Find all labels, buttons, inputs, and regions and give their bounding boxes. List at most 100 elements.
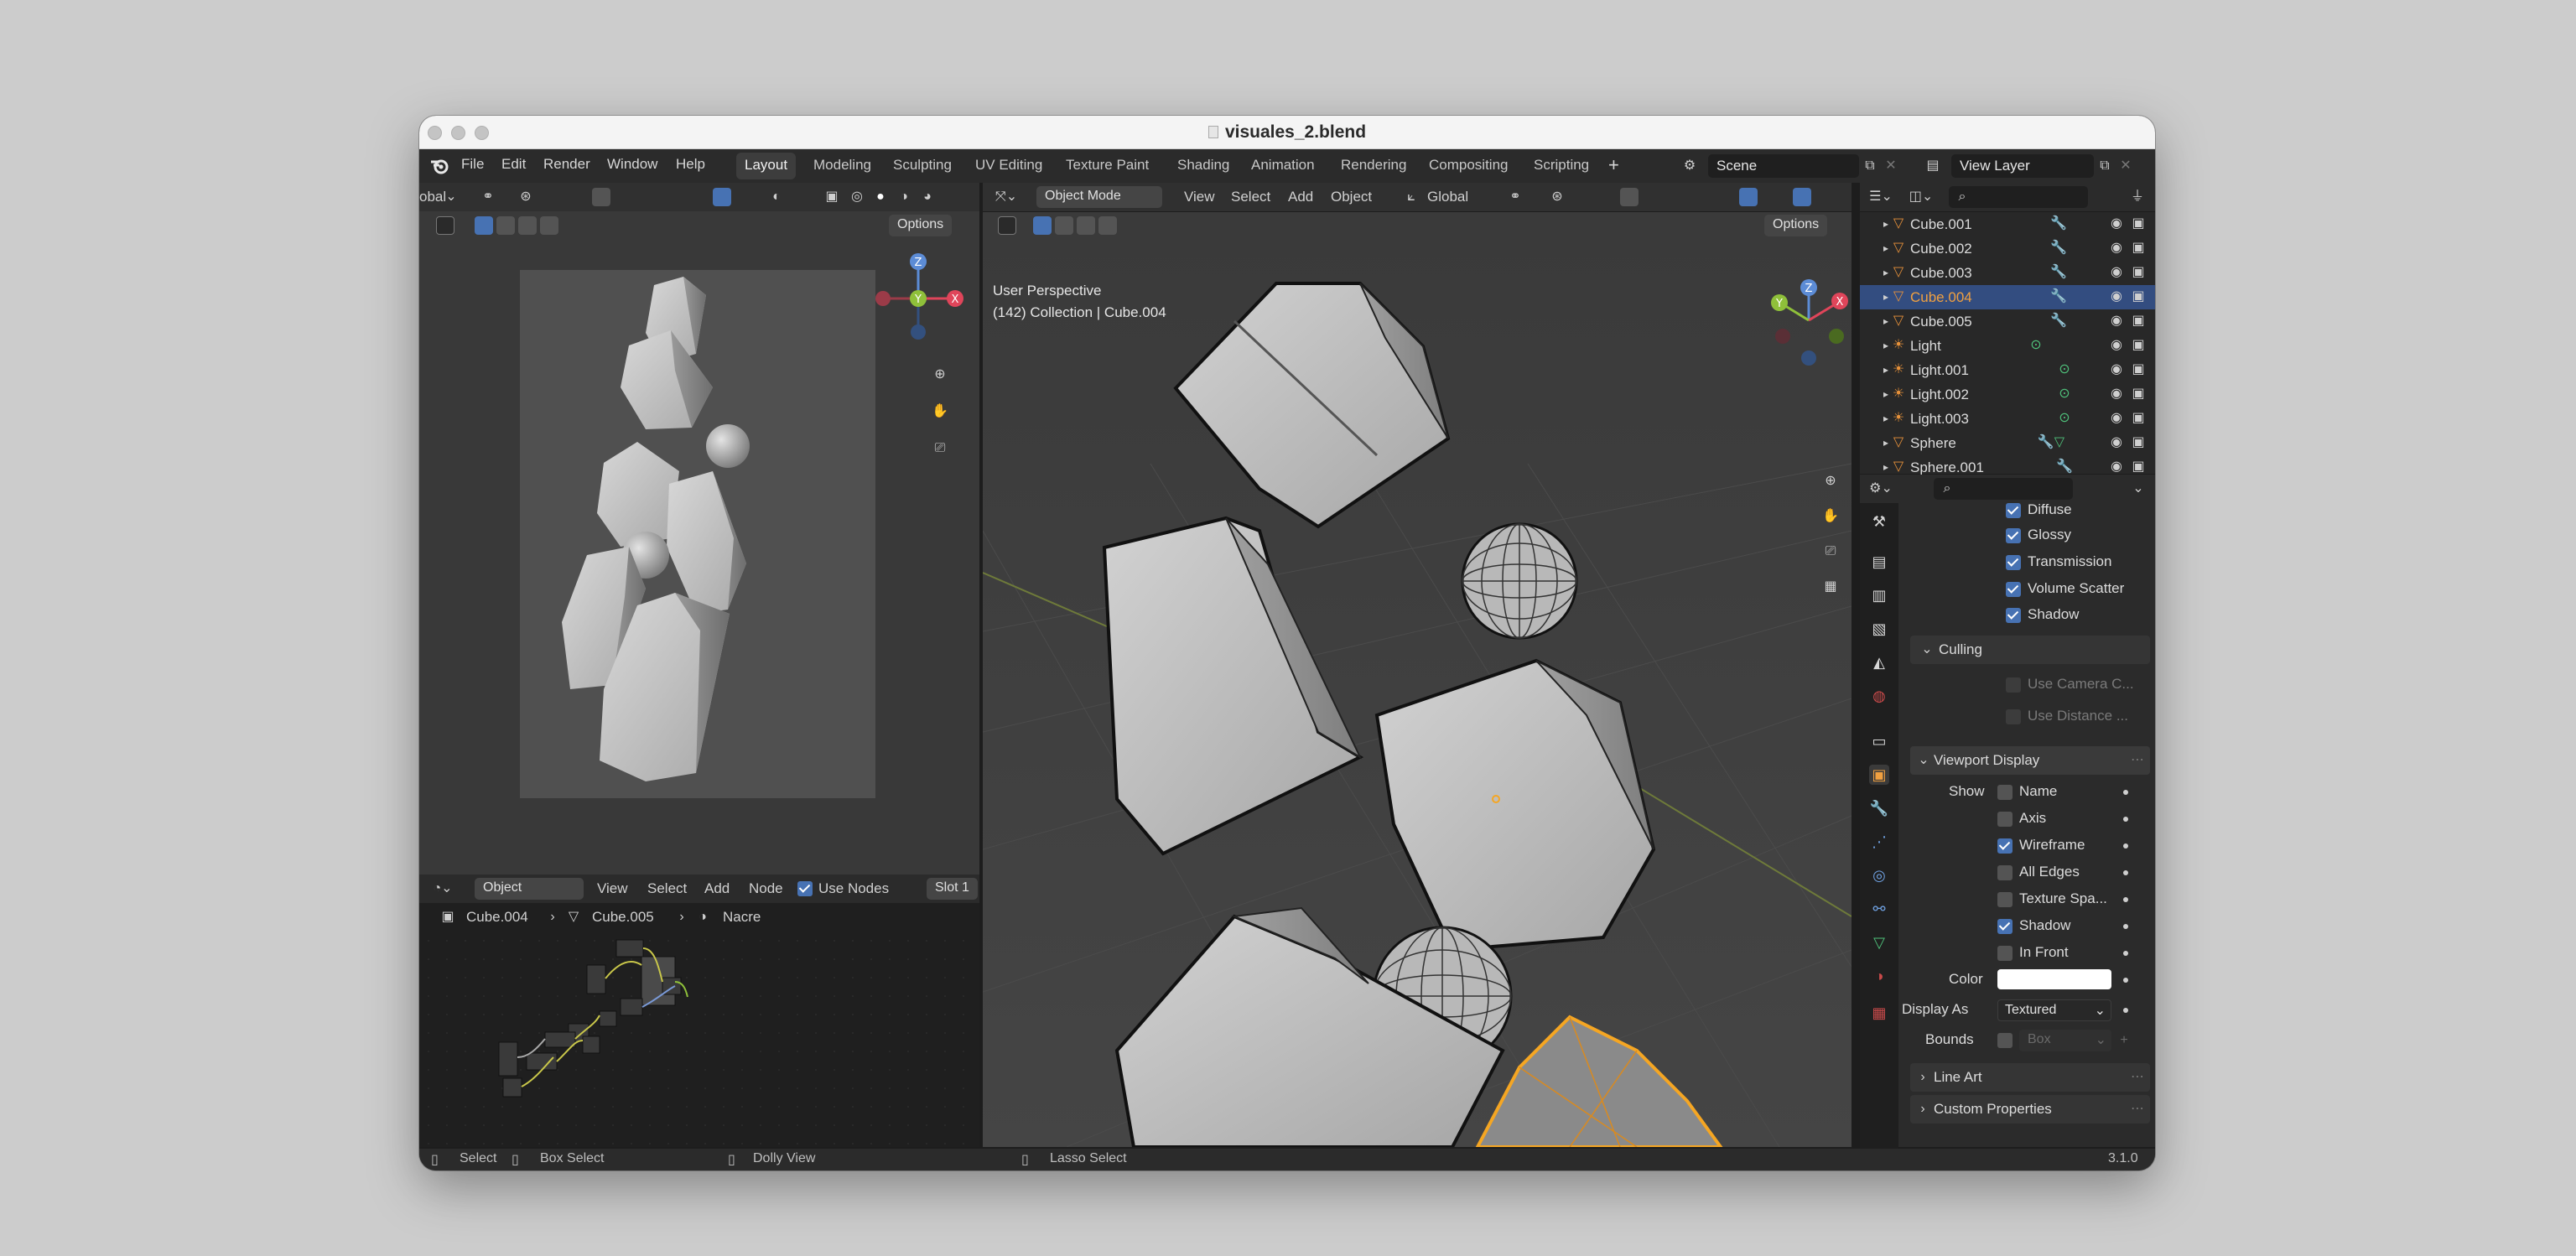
keyframe-dot[interactable]: [2123, 843, 2128, 849]
select-tool-icon[interactable]: [436, 216, 454, 235]
node-editor-canvas[interactable]: [419, 932, 979, 1147]
keyframe-dot[interactable]: [2123, 817, 2128, 822]
eye-icon[interactable]: ◉: [2108, 288, 2125, 306]
node-menu-view[interactable]: View: [597, 880, 628, 897]
node-menu-node[interactable]: Node: [749, 880, 783, 897]
left-navigation-gizmo[interactable]: Z X Y: [868, 248, 969, 349]
show-all-edges-checkbox[interactable]: [1997, 865, 2012, 880]
use-camera-cull-checkbox[interactable]: [2006, 677, 2021, 693]
overlay-icon[interactable]: ◐: [766, 188, 787, 206]
node-menu-select[interactable]: Select: [647, 880, 687, 897]
editor-type-icon[interactable]: ◔⌄: [428, 880, 458, 898]
outliner-search-input[interactable]: ⌕: [1949, 186, 2088, 208]
viewport-display-panel-header[interactable]: ⌄ Viewport Display ⋯: [1910, 746, 2150, 775]
render-camera-icon[interactable]: ▣: [2130, 263, 2147, 282]
eye-icon[interactable]: ◉: [2108, 312, 2125, 330]
main-navigation-gizmo[interactable]: Z X Y: [1763, 274, 1852, 366]
particles-tab-icon[interactable]: ⋰: [1869, 832, 1889, 852]
outliner-row[interactable]: ▸ ☀ Light.002 ⊙ ◉ ▣: [1860, 382, 2155, 407]
menu-window[interactable]: Window: [607, 156, 657, 173]
line-art-panel-header[interactable]: › Line Art ⋯: [1910, 1063, 2150, 1092]
keyframe-dot[interactable]: [2123, 870, 2128, 875]
show-in-front-checkbox[interactable]: [1997, 946, 2012, 961]
menu-render[interactable]: Render: [543, 156, 590, 173]
render-camera-icon[interactable]: ▣: [2130, 312, 2147, 330]
output-tab-icon[interactable]: ▥: [1869, 585, 1889, 605]
select-mode-intersect-icon[interactable]: [1098, 216, 1117, 235]
show-axis-checkbox[interactable]: [1997, 812, 2012, 827]
slot-dropdown[interactable]: Slot 1: [927, 878, 978, 900]
bounds-dropdown[interactable]: Box ⌄: [2019, 1030, 2111, 1051]
view-layer-tab-icon[interactable]: ▧: [1869, 619, 1889, 639]
display-mode-icon[interactable]: ◫⌄: [1907, 188, 1935, 206]
xray-icon[interactable]: ▣: [822, 188, 842, 206]
scene-selector-icon[interactable]: ⚙: [1677, 157, 1702, 175]
tab-compositing[interactable]: Compositing: [1420, 153, 1517, 179]
use-nodes-checkbox[interactable]: [797, 881, 813, 896]
viewport-menu-object[interactable]: Object: [1331, 189, 1372, 205]
filter-icon[interactable]: ⏚: [2128, 188, 2147, 206]
render-camera-icon[interactable]: ▣: [2130, 385, 2147, 403]
eye-icon[interactable]: ◉: [2108, 409, 2125, 428]
eye-icon[interactable]: ◉: [2108, 263, 2125, 282]
main-pan-icon[interactable]: ✋: [1821, 507, 1840, 526]
gizmo-toggle-icon[interactable]: [713, 188, 731, 206]
breadcrumb-material[interactable]: Nacre: [723, 909, 761, 926]
delete-scene-icon[interactable]: ✕: [1883, 157, 1899, 175]
editor-type-icon[interactable]: ⚙⌄: [1867, 480, 1895, 498]
eye-icon[interactable]: ◉: [2108, 361, 2125, 379]
left-camera-icon[interactable]: ⎚: [931, 439, 949, 458]
snap-icon[interactable]: ⊛: [1545, 188, 1570, 206]
keyframe-dot[interactable]: [2123, 978, 2128, 983]
show-texture-space-checkbox[interactable]: [1997, 892, 2012, 907]
color-swatch[interactable]: [1997, 969, 2111, 989]
tab-rendering[interactable]: Rendering: [1332, 153, 1415, 179]
eye-icon[interactable]: ◉: [2108, 433, 2125, 452]
view-layer-field[interactable]: View Layer: [1951, 154, 2094, 178]
keyframe-plus-icon[interactable]: +: [2118, 1031, 2130, 1050]
breadcrumb-object[interactable]: Cube.004: [466, 909, 528, 926]
tab-scripting[interactable]: Scripting: [1525, 153, 1597, 179]
select-mode-new-icon[interactable]: [1033, 216, 1052, 235]
mode-dropdown[interactable]: Object Mode: [1036, 186, 1162, 208]
tab-sculpting[interactable]: Sculpting: [885, 153, 960, 179]
tab-layout[interactable]: Layout: [736, 153, 797, 179]
texture-tab-icon[interactable]: ▦: [1869, 1003, 1889, 1023]
render-camera-icon[interactable]: ▣: [2130, 409, 2147, 428]
overlay-toggle-icon[interactable]: [1793, 188, 1811, 206]
outliner-row[interactable]: ▸ ☀ Light.003 ⊙ ◉ ▣: [1860, 407, 2155, 431]
material-tab-icon[interactable]: ◑: [1869, 966, 1889, 986]
render-camera-icon[interactable]: ▣: [2130, 288, 2147, 306]
left-viewport[interactable]: Z X Y ⊕ ✋ ⎚: [419, 240, 979, 875]
wireframe-shading-icon[interactable]: ◎: [847, 188, 867, 206]
outliner-row[interactable]: ▸ ▽ Cube.002 🔧 ◉ ▣: [1860, 236, 2155, 261]
eye-icon[interactable]: ◉: [2108, 239, 2125, 257]
copy-view-layer-icon[interactable]: ⧉: [2096, 157, 2114, 175]
select-mode-intersect-icon[interactable]: [540, 216, 558, 235]
render-camera-icon[interactable]: ▣: [2130, 361, 2147, 379]
shadow-visibility-checkbox[interactable]: [2006, 608, 2021, 623]
render-camera-icon[interactable]: ▣: [2130, 239, 2147, 257]
add-workspace-icon[interactable]: +: [1608, 154, 1619, 176]
eye-icon[interactable]: ◉: [2108, 385, 2125, 403]
outliner-row[interactable]: ▸ ▽ Cube.005 🔧 ◉ ▣: [1860, 309, 2155, 334]
data-tab-icon[interactable]: ▽: [1869, 932, 1889, 952]
main-options-button[interactable]: Options: [1764, 215, 1828, 236]
physics-tab-icon[interactable]: ◎: [1869, 865, 1889, 885]
eye-icon[interactable]: ◉: [2108, 336, 2125, 355]
collection-tab-icon[interactable]: ▭: [1869, 731, 1889, 751]
select-mode-extend-icon[interactable]: [496, 216, 515, 235]
viewport-menu-add[interactable]: Add: [1288, 189, 1313, 205]
left-zoom-icon[interactable]: ⊕: [931, 366, 949, 384]
render-camera-icon[interactable]: ▣: [2130, 336, 2147, 355]
gizmo-toggle-icon[interactable]: [1739, 188, 1758, 206]
render-tab-icon[interactable]: ▤: [1869, 552, 1889, 572]
scene-name-field[interactable]: Scene: [1708, 154, 1859, 178]
use-distance-cull-checkbox[interactable]: [2006, 709, 2021, 724]
tab-shading[interactable]: Shading: [1169, 153, 1238, 179]
node-object-dropdown[interactable]: Object: [475, 878, 584, 900]
volume-scatter-checkbox[interactable]: [2006, 582, 2021, 597]
node-menu-add[interactable]: Add: [704, 880, 730, 897]
tab-texture-paint[interactable]: Texture Paint: [1057, 153, 1157, 179]
properties-search-input[interactable]: ⌕: [1934, 478, 2073, 500]
